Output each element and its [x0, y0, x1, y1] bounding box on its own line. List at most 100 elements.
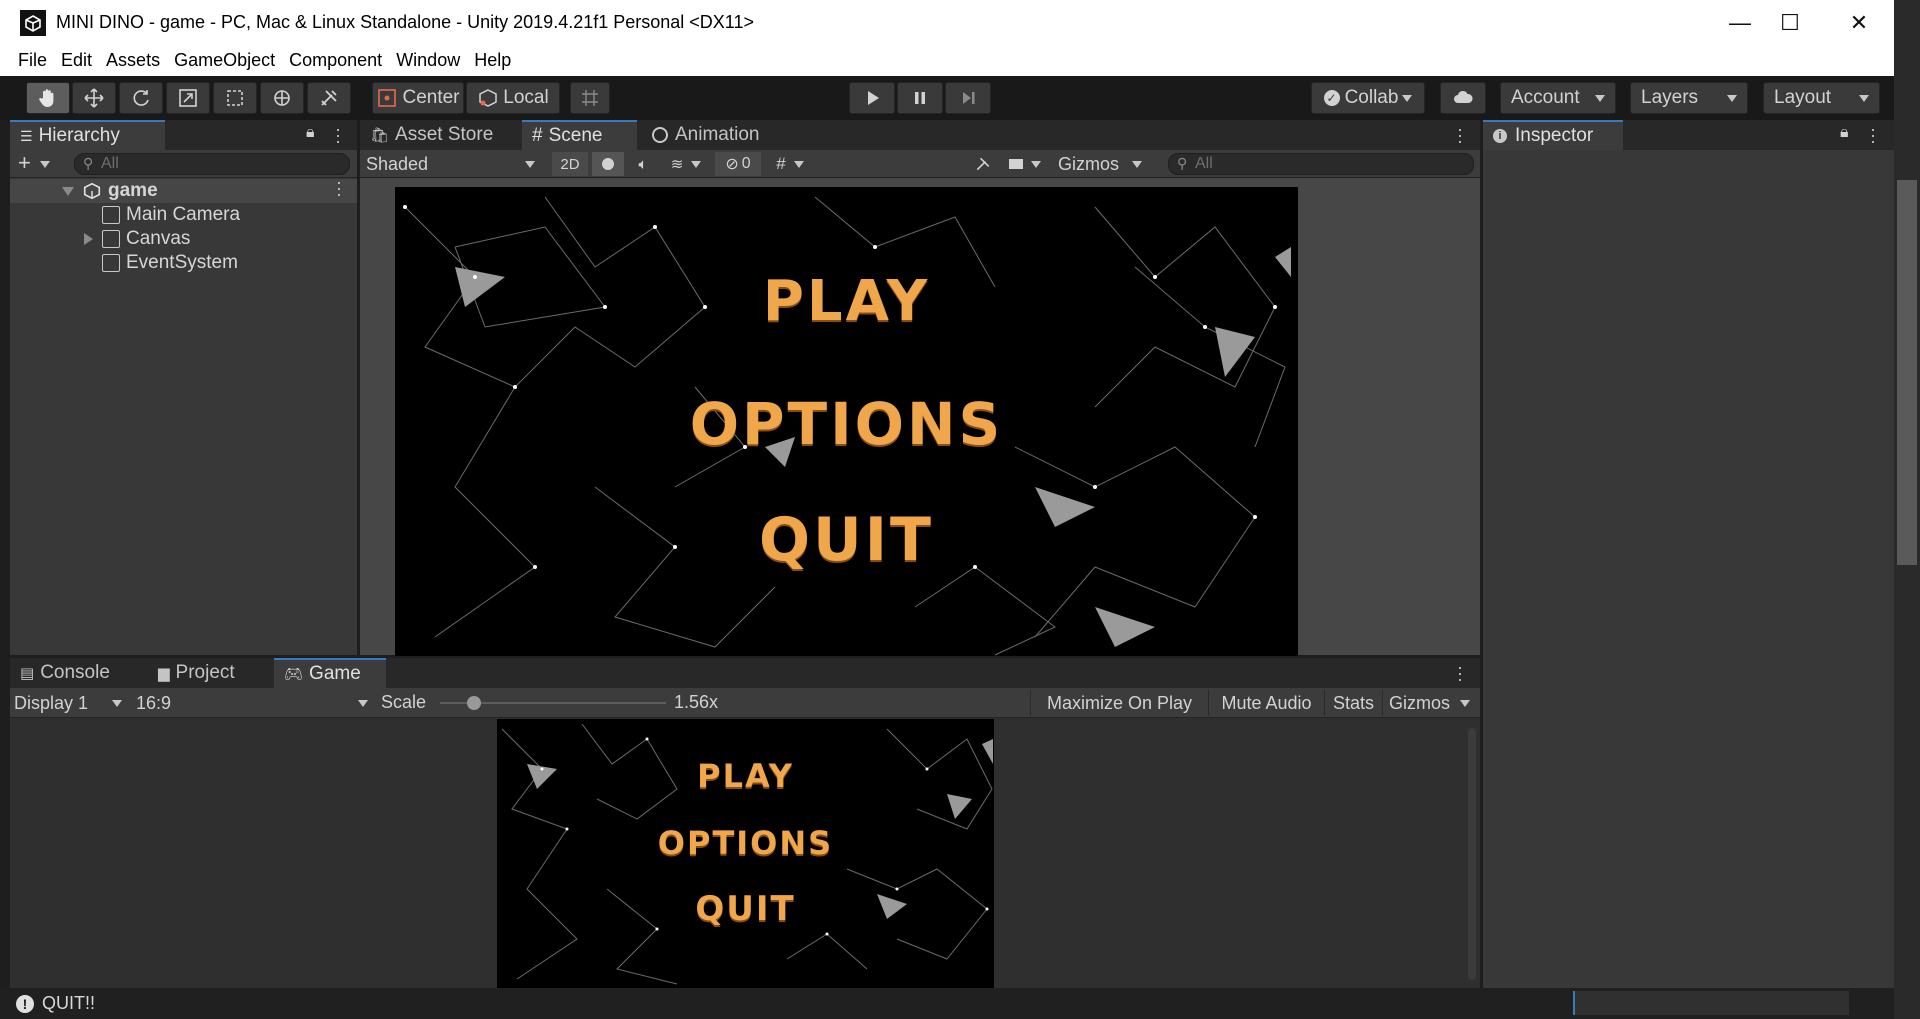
grid-icon: #	[776, 154, 786, 173]
play-button[interactable]	[849, 82, 895, 114]
display-label: Display 1	[14, 692, 89, 713]
folder-icon: ▆	[158, 665, 170, 682]
unity-logo-icon	[20, 9, 46, 36]
scene-options-icon[interactable]: · · ·	[336, 173, 342, 203]
space-local-button[interactable]: Local	[466, 82, 560, 114]
create-plus-icon[interactable]: +	[18, 150, 31, 176]
menu-component[interactable]: Component	[289, 50, 382, 71]
more-options-icon[interactable]: · · ·	[1870, 120, 1876, 150]
hidden-objects-toggle[interactable]: ⊘ 0	[715, 152, 761, 176]
custom-tool-button[interactable]	[307, 82, 351, 114]
rotate-tool-button[interactable]	[119, 82, 163, 114]
more-options-icon[interactable]: · · ·	[335, 120, 341, 150]
tab-scene-label: Scene	[548, 125, 603, 146]
animation-icon	[652, 127, 668, 143]
hierarchy-item[interactable]: EventSystem	[10, 251, 238, 275]
shading-mode-dropdown[interactable]: Shaded	[366, 152, 541, 176]
tab-project[interactable]: ▆ Project	[148, 658, 263, 688]
account-dropdown[interactable]: Account	[1500, 82, 1616, 114]
menu-gameobject[interactable]: GameObject	[174, 50, 275, 71]
pivot-center-button[interactable]: Center	[372, 82, 464, 114]
layout-dropdown[interactable]: Layout	[1763, 82, 1880, 114]
step-button[interactable]	[945, 82, 991, 114]
tab-hierarchy[interactable]: ☰ Hierarchy	[10, 120, 165, 150]
progress-bar	[1573, 991, 1849, 1015]
collab-dropdown[interactable]: ✓ Collab	[1311, 82, 1425, 114]
status-message[interactable]: QUIT!!	[42, 993, 95, 1014]
snap-grid-button[interactable]	[570, 82, 610, 114]
tab-console[interactable]: ▤ Console	[10, 658, 130, 688]
scale-tool-button[interactable]	[166, 82, 210, 114]
scene-viewport[interactable]: PLAY OPTIONS QUIT	[395, 187, 1298, 656]
audio-toggle[interactable]: 🔈︎	[628, 152, 658, 176]
hierarchy-item-label: Canvas	[126, 228, 191, 249]
rect-transform-icon	[227, 90, 243, 106]
toggle-2d-label: 2D	[560, 155, 580, 173]
scene-toolbar: Shaded 2D 🔈︎ ≋ ⊘ 0 # Gizmos ⚲ All	[360, 150, 1480, 178]
tab-project-label: Project	[175, 662, 235, 683]
scale-slider-track[interactable]	[440, 696, 666, 710]
tab-asset-store[interactable]: 🛍︎ Asset Store	[360, 120, 515, 150]
menu-assets[interactable]: Assets	[106, 50, 160, 71]
scene-search-input[interactable]: ⚲ All	[1168, 153, 1474, 175]
stats-toggle[interactable]: Stats	[1324, 690, 1382, 716]
transform-tool-button[interactable]	[260, 82, 304, 114]
maximize-on-play-toggle[interactable]: Maximize On Play	[1030, 690, 1208, 716]
tab-inspector[interactable]: i Inspector	[1483, 120, 1623, 150]
game-viewport[interactable]: PLAY OPTIONS QUIT	[497, 719, 994, 988]
more-options-icon[interactable]: · · ·	[1457, 658, 1463, 688]
play-icon	[868, 91, 879, 105]
menu-edit[interactable]: Edit	[61, 50, 92, 71]
mute-audio-toggle[interactable]: Mute Audio	[1208, 690, 1324, 716]
info-icon: i	[1493, 129, 1507, 143]
quit-menu-text: QUIT	[759, 505, 934, 575]
rect-tool-button[interactable]	[213, 82, 257, 114]
pivot-icon	[378, 89, 397, 107]
window-title: MINI DINO - game - PC, Mac & Linux Stand…	[56, 12, 755, 32]
hierarchy-item[interactable]: Canvas	[10, 227, 190, 251]
close-button[interactable]: ✕	[1824, 0, 1894, 45]
pause-button[interactable]	[897, 82, 943, 114]
expand-caret-icon[interactable]	[84, 233, 93, 245]
hierarchy-search-placeholder: All	[101, 155, 119, 172]
create-dropdown-icon[interactable]	[40, 161, 50, 168]
effects-toggle[interactable]: ≋	[662, 152, 710, 176]
camera-settings-button[interactable]	[1002, 152, 1048, 176]
game-view-scrollbar[interactable]	[1468, 728, 1476, 980]
local-space-icon	[479, 89, 498, 107]
tab-scene[interactable]: # Scene	[522, 120, 637, 150]
cloud-button[interactable]	[1440, 82, 1486, 114]
menu-help[interactable]: Help	[474, 50, 511, 71]
inspector-panel: i Inspector 🔒︎ · · ·	[1483, 120, 1894, 988]
hand-tool-button[interactable]	[26, 82, 70, 114]
maximize-button[interactable]: ☐	[1755, 0, 1825, 45]
scene-search-placeholder: All	[1195, 155, 1213, 172]
main-toolbar: Center Local ✓ Collab Account Layers Lay…	[0, 76, 1894, 120]
move-tool-button[interactable]	[72, 82, 116, 114]
toggle-2d-button[interactable]: 2D	[552, 152, 588, 176]
hierarchy-item[interactable]: Main Camera	[10, 203, 240, 227]
aspect-dropdown[interactable]: 16:9	[136, 691, 372, 715]
menu-file[interactable]: File	[18, 50, 47, 71]
grid-toggle[interactable]: #	[765, 152, 815, 176]
tab-game-label: Game	[309, 663, 361, 684]
hierarchy-search-input[interactable]: ⚲ All	[74, 153, 350, 175]
lock-icon[interactable]: 🔒︎	[1840, 124, 1849, 142]
more-options-icon[interactable]: · · ·	[1457, 120, 1463, 150]
scene-gizmos-dropdown[interactable]: Gizmos	[1054, 152, 1146, 176]
tab-animation[interactable]: Animation	[642, 120, 782, 150]
window-titlebar: MINI DINO - game - PC, Mac & Linux Stand…	[0, 0, 1894, 45]
desktop-scrollbar[interactable]	[1897, 180, 1917, 565]
scale-slider-thumb[interactable]	[466, 696, 481, 710]
scene-tools-button[interactable]	[968, 152, 998, 176]
scene-row[interactable]: game · · ·	[10, 173, 357, 203]
lock-icon[interactable]: 🔒︎	[306, 124, 315, 142]
display-dropdown[interactable]: Display 1	[14, 691, 126, 715]
layers-dropdown[interactable]: Layers	[1630, 82, 1748, 114]
expand-caret-icon[interactable]	[62, 186, 74, 196]
game-gizmos-dropdown[interactable]: Gizmos	[1382, 690, 1476, 716]
tab-game[interactable]: 🎮︎ Game	[274, 658, 386, 688]
lighting-toggle[interactable]	[592, 152, 624, 176]
gameobject-icon	[102, 206, 120, 224]
menu-window[interactable]: Window	[396, 50, 460, 71]
